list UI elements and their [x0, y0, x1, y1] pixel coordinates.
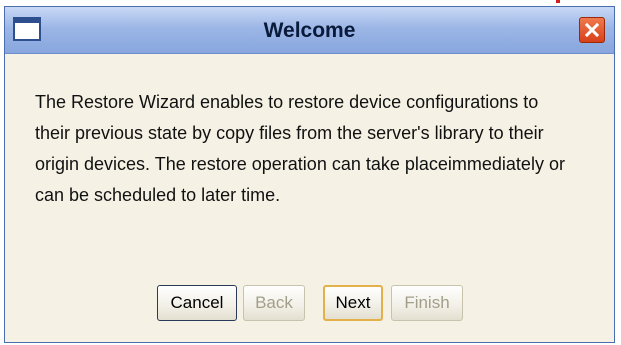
next-button[interactable]: Next — [323, 285, 383, 321]
wizard-description: The Restore Wizard enables to restore de… — [35, 92, 565, 205]
title-bar[interactable]: Welcome — [5, 7, 614, 54]
back-button[interactable]: Back — [243, 285, 305, 321]
red-mark — [556, 0, 560, 3]
dialog-title: Welcome — [263, 19, 356, 42]
close-icon — [585, 23, 599, 37]
cancel-button[interactable]: Cancel — [157, 285, 237, 321]
welcome-dialog: Welcome The Restore Wizard enables to re… — [4, 6, 615, 343]
close-button[interactable] — [579, 17, 605, 43]
finish-button[interactable]: Finish — [391, 285, 463, 321]
